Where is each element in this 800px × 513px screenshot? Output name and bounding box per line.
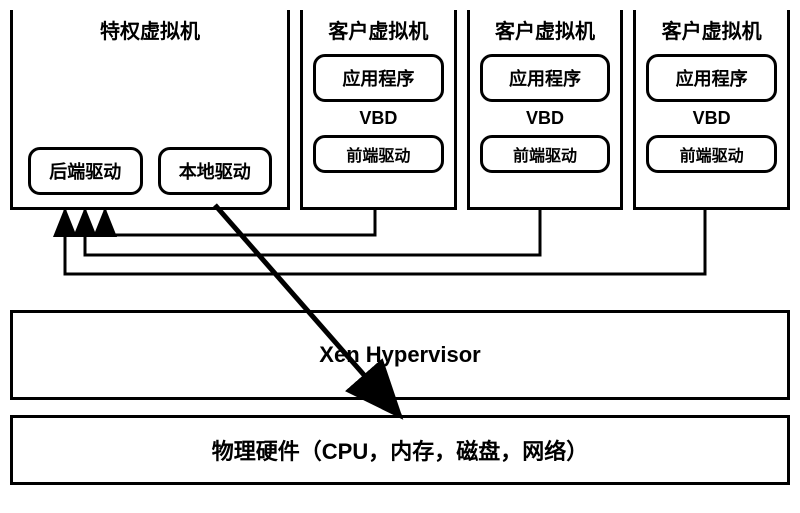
privileged-vm-content: 后端驱动 本地驱动 <box>13 49 287 207</box>
backend-driver-box: 后端驱动 <box>28 147 143 195</box>
guest-vm-1-content: 应用程序 VBD 前端驱动 <box>303 49 454 207</box>
guest-vm-1: 客户虚拟机 应用程序 VBD 前端驱动 <box>300 10 457 210</box>
guest-vm-3: 客户虚拟机 应用程序 VBD 前端驱动 <box>633 10 790 210</box>
top-row: 特权虚拟机 后端驱动 本地驱动 客户虚拟机 应用程序 VBD 前端驱动 客户虚拟… <box>10 10 790 210</box>
connection-area <box>10 210 790 310</box>
guest-vm-3-title: 客户虚拟机 <box>636 10 787 49</box>
guest-vm-3-vbd: VBD <box>693 108 731 129</box>
guest-vm-2-title: 客户虚拟机 <box>470 10 621 49</box>
hypervisor-box: Xen Hypervisor <box>10 310 790 400</box>
guest-vm-2-frontend: 前端驱动 <box>480 135 611 173</box>
guest-vm-2: 客户虚拟机 应用程序 VBD 前端驱动 <box>467 10 624 210</box>
privileged-vm-title: 特权虚拟机 <box>13 10 287 49</box>
guest-vm-2-app: 应用程序 <box>480 54 611 102</box>
guest-vm-1-vbd: VBD <box>359 108 397 129</box>
guest-vm-1-frontend: 前端驱动 <box>313 135 444 173</box>
guest-vm-1-app: 应用程序 <box>313 54 444 102</box>
guest-vm-3-frontend: 前端驱动 <box>646 135 777 173</box>
local-driver-box: 本地驱动 <box>158 147 273 195</box>
guest-vm-3-content: 应用程序 VBD 前端驱动 <box>636 49 787 207</box>
guest-vm-2-content: 应用程序 VBD 前端驱动 <box>470 49 621 207</box>
hardware-box: 物理硬件（CPU，内存，磁盘，网络） <box>10 415 790 485</box>
privileged-vm-box: 特权虚拟机 后端驱动 本地驱动 <box>10 10 290 210</box>
guest-vm-2-vbd: VBD <box>526 108 564 129</box>
guest-vm-1-title: 客户虚拟机 <box>303 10 454 49</box>
guest-vm-3-app: 应用程序 <box>646 54 777 102</box>
